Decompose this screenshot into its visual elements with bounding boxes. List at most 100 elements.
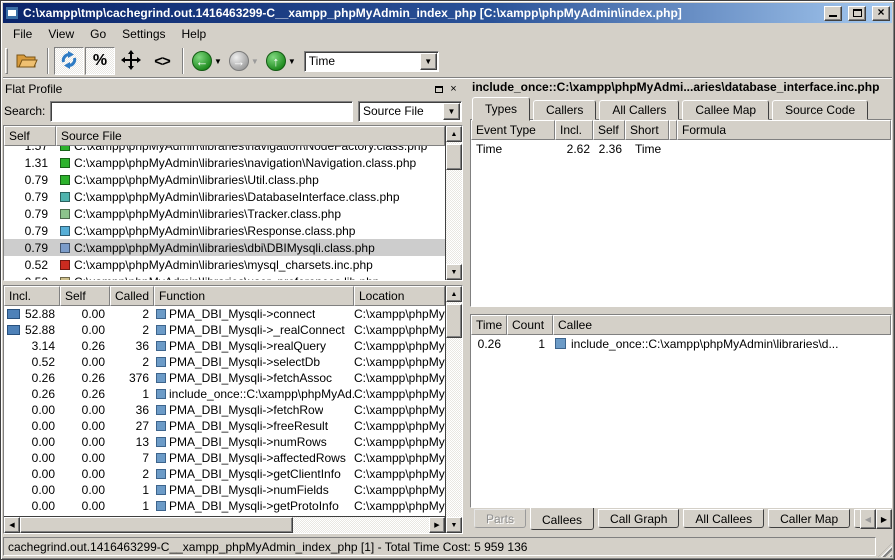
func-called-value: 36 [110,339,154,353]
tab-scroll-left-icon[interactable]: ◀ [860,509,876,529]
column-header-location[interactable]: Location [354,286,445,306]
detail-bottom-tab[interactable]: Parts [474,509,526,528]
refresh-button[interactable] [54,47,84,75]
detail-bottom-tab[interactable]: Call Graph [598,509,679,528]
column-header-incl[interactable]: Incl. [4,286,60,306]
detail-tab[interactable]: Types [472,97,530,121]
scroll-left-icon[interactable]: ◀ [4,517,20,533]
function-table-header: Incl. Self Called Function Location [4,286,445,306]
up-dropdown-icon[interactable]: ▼ [288,57,296,66]
func-location: C:\xampp\phpMy... [354,419,445,433]
back-button[interactable]: ← ▼ [189,47,225,75]
callee-row[interactable]: 0.26 1 include_once::C:\xampp\phpMyAdmin… [471,335,891,352]
detail-bottom-tab[interactable]: All Callees [683,509,764,528]
file-table-vscrollbar[interactable]: ▲ ▼ [445,126,462,280]
file-row[interactable]: 1.57 C:\xampp\phpMyAdmin\libraries\navig… [4,146,445,154]
function-row[interactable]: 0.00 0.00 13 PMA_DBI_Mysqli->numRows C:\… [4,434,445,450]
resize-grip-icon[interactable] [878,543,892,557]
function-table-vscrollbar[interactable]: ▲ ▼ [445,286,462,533]
up-button[interactable]: ↑ ▼ [263,47,299,75]
column-header-source-file[interactable]: Source File [56,126,445,146]
detail-bottom-tab[interactable]: Caller Map [768,509,850,528]
back-dropdown-icon[interactable]: ▼ [214,57,222,66]
function-row[interactable]: 0.26 0.26 376 PMA_DBI_Mysqli->fetchAssoc… [4,370,445,386]
event-type-value: Time [305,54,420,68]
function-icon [156,341,166,351]
dock-layout-button[interactable] [116,47,146,75]
detail-tab[interactable]: Callers [533,100,596,120]
grouping-select[interactable]: Source File ▼ [358,101,462,122]
scrollbar-thumb[interactable] [446,144,462,170]
column-header-callee[interactable]: Callee [553,315,891,335]
file-row[interactable]: 0.79 C:\xampp\phpMyAdmin\libraries\dbi\D… [4,239,445,256]
chevron-down-icon[interactable]: ▼ [420,53,437,70]
column-header-short[interactable]: Short [625,120,669,140]
file-row[interactable]: 0.79 C:\xampp\phpMyAdmin\libraries\Track… [4,205,445,222]
function-row[interactable]: 0.26 0.26 1 include_once::C:\xampp\phpMy… [4,386,445,402]
search-input[interactable] [50,101,353,122]
function-row[interactable]: 0.00 0.00 36 PMA_DBI_Mysqli->fetchRow C:… [4,402,445,418]
file-row[interactable]: 0.79 C:\xampp\phpMyAdmin\libraries\Datab… [4,188,445,205]
tab-scroll-right-icon[interactable]: ▶ [876,509,892,529]
percentage-toggle-button[interactable]: % [85,47,115,75]
event-type-row[interactable]: Time 2.62 2.36 Time [471,140,891,157]
func-called-value: 1 [110,387,154,401]
toolbar-handle[interactable] [5,48,8,74]
float-dock-button[interactable] [431,82,446,96]
minimize-button[interactable] [824,6,842,21]
column-header-function[interactable]: Function [154,286,354,306]
function-row[interactable]: 52.88 0.00 2 PMA_DBI_Mysqli->_realConnec… [4,322,445,338]
scrollbar-thumb[interactable] [20,517,293,533]
function-row[interactable]: 0.00 0.00 7 PMA_DBI_Mysqli->affectedRows… [4,450,445,466]
column-header-self[interactable]: Self [60,286,110,306]
function-row[interactable]: 0.52 0.00 2 PMA_DBI_Mysqli->selectDb C:\… [4,354,445,370]
event-type-select[interactable]: Time ▼ [304,51,439,72]
column-header-self[interactable]: Self [4,126,56,146]
open-file-button[interactable] [12,47,42,75]
scrollbar-thumb[interactable] [446,304,462,338]
column-header-empty[interactable] [669,120,677,140]
file-row[interactable]: 0.79 C:\xampp\phpMyAdmin\libraries\Util.… [4,171,445,188]
func-called-value: 2 [110,323,154,337]
function-table-hscrollbar[interactable]: ◀ ▶ [4,516,445,533]
scroll-down-icon[interactable]: ▼ [446,517,462,533]
file-row[interactable]: 0.79 C:\xampp\phpMyAdmin\libraries\Respo… [4,222,445,239]
column-header-time[interactable]: Time [471,315,507,335]
file-row[interactable]: 0.52 C:\xampp\phpMyAdmin\libraries\user_… [4,273,445,280]
func-self-value: 0.00 [60,499,110,513]
chevron-down-icon[interactable]: ▼ [443,103,460,120]
function-row[interactable]: 0.00 0.00 27 PMA_DBI_Mysqli->freeResult … [4,418,445,434]
forward-button[interactable]: → ▼ [226,47,262,75]
function-row[interactable]: 52.88 0.00 2 PMA_DBI_Mysqli->connect C:\… [4,306,445,322]
file-row[interactable]: 1.31 C:\xampp\phpMyAdmin\libraries\navig… [4,154,445,171]
function-row[interactable]: 0.00 0.00 1 PMA_DBI_Mysqli->getProtoInfo… [4,498,445,514]
menu-item[interactable]: Help [174,24,215,44]
maximize-button[interactable] [848,6,866,21]
panel-splitter[interactable] [463,80,470,534]
menu-item[interactable]: File [5,24,40,44]
close-button[interactable]: × [872,6,890,21]
detail-tab[interactable]: Callee Map [682,100,769,120]
scroll-up-icon[interactable]: ▲ [446,286,462,302]
scroll-right-icon[interactable]: ▶ [429,517,445,533]
detail-tab[interactable]: All Callers [599,100,679,120]
function-row[interactable]: 0.00 0.00 2 PMA_DBI_Mysqli->getClientInf… [4,466,445,482]
menu-item[interactable]: Go [82,24,114,44]
column-header-event-type[interactable]: Event Type [471,120,555,140]
detail-tab[interactable]: Source Code [772,100,868,120]
column-header-count[interactable]: Count [507,315,553,335]
expand-collapse-button[interactable]: <> [147,47,177,75]
menu-item[interactable]: Settings [114,24,173,44]
function-row[interactable]: 3.14 0.26 36 PMA_DBI_Mysqli->realQuery C… [4,338,445,354]
detail-bottom-tab[interactable]: Callees [530,508,594,530]
file-row[interactable]: 0.52 C:\xampp\phpMyAdmin\libraries\mysql… [4,256,445,273]
column-header-called[interactable]: Called [110,286,154,306]
function-row[interactable]: 0.00 0.00 1 PMA_DBI_Mysqli->numFields C:… [4,482,445,498]
menu-item[interactable]: View [40,24,82,44]
column-header-formula[interactable]: Formula [677,120,891,140]
column-header-self[interactable]: Self [593,120,625,140]
close-dock-button[interactable]: × [446,82,461,96]
scroll-down-icon[interactable]: ▼ [446,264,462,280]
scroll-up-icon[interactable]: ▲ [446,126,462,142]
column-header-incl[interactable]: Incl. [555,120,593,140]
